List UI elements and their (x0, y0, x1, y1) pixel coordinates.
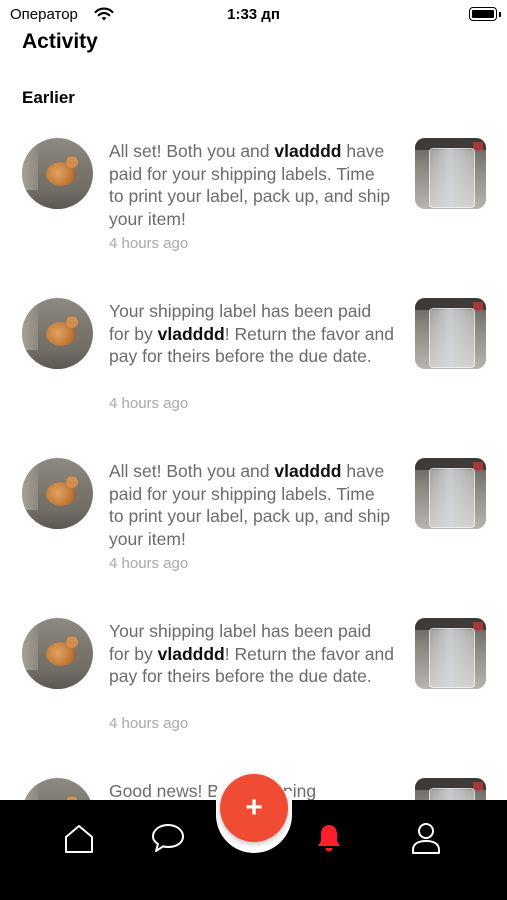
avatar[interactable] (22, 298, 93, 369)
notification-item[interactable]: All set! Both you and vladddd have paid … (0, 458, 507, 588)
item-thumbnail[interactable] (415, 298, 486, 369)
avatar[interactable] (22, 618, 93, 689)
notification-time: 4 hours ago (109, 395, 189, 412)
notification-time: 4 hours ago (109, 715, 189, 732)
clock: 1:33 дп (227, 6, 280, 23)
notification-item[interactable]: Your shipping label has been paid for by… (0, 618, 507, 748)
avatar[interactable] (22, 778, 93, 800)
home-icon (65, 825, 93, 853)
avatar[interactable] (22, 458, 93, 529)
battery-icon (469, 7, 497, 21)
notification-time: 4 hours ago (109, 555, 189, 572)
page-title: Activity (22, 30, 98, 53)
bell-icon (318, 825, 340, 852)
tab-messages[interactable] (146, 816, 190, 860)
username: vladddd (157, 643, 225, 664)
notification-message: All set! Both you and vladddd have paid … (109, 461, 391, 549)
tab-home[interactable] (57, 816, 101, 860)
notification-item[interactable]: All set! Both you and vladddd have paid … (0, 138, 507, 268)
profile-icon (412, 823, 440, 854)
sell-button[interactable]: + (220, 774, 288, 842)
item-thumbnail[interactable] (415, 138, 486, 209)
notification-message: All set! Both you and vladddd have paid … (109, 141, 391, 229)
notification-message: Your shipping label has been paid for by… (109, 301, 395, 366)
tab-notifications[interactable] (307, 816, 351, 860)
notification-message: Your shipping label has been paid for by… (109, 621, 395, 686)
username: vladddd (157, 323, 225, 344)
item-thumbnail[interactable] (415, 778, 486, 800)
battery-tip (499, 12, 501, 17)
chat-icon (152, 824, 184, 852)
username: vladddd (274, 461, 342, 481)
status-bar: Оператор 1:33 дп (0, 0, 507, 30)
item-thumbnail[interactable] (415, 458, 486, 529)
notification-time: 4 hours ago (109, 235, 189, 252)
username: vladddd (274, 141, 342, 161)
section-title: Earlier (22, 88, 75, 107)
avatar[interactable] (22, 138, 93, 209)
plus-icon: + (245, 791, 263, 824)
item-thumbnail[interactable] (415, 618, 486, 689)
notification-item[interactable]: Your shipping label has been paid for by… (0, 298, 507, 428)
tab-profile[interactable] (404, 816, 448, 860)
